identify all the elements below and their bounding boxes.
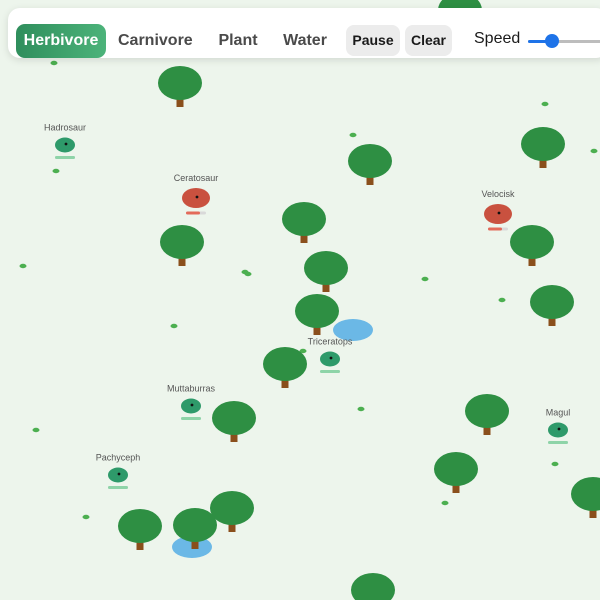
- tree-canopy: [173, 508, 217, 542]
- creature-name-label: Magul: [546, 408, 571, 418]
- grass-tuft: [19, 263, 27, 269]
- grass-tuft: [421, 276, 429, 282]
- tree-canopy: [465, 394, 509, 428]
- health-bar-fill: [488, 227, 502, 231]
- grass-tuft: [357, 406, 365, 412]
- creature-eye: [329, 356, 333, 360]
- health-bar-fill: [181, 417, 201, 420]
- tool-water-button[interactable]: Water: [277, 24, 333, 58]
- grass-tuft: [551, 461, 559, 467]
- tree-canopy: [530, 285, 574, 319]
- toolbar: Herbivore Carnivore Plant Water Pause Cl…: [8, 8, 600, 58]
- clear-button[interactable]: Clear: [405, 25, 452, 56]
- creature-eye: [557, 427, 561, 431]
- tree-canopy: [158, 66, 202, 100]
- tree-canopy: [348, 144, 392, 178]
- creature-name-label: Hadrosaur: [44, 123, 86, 133]
- grass-tuft: [50, 60, 58, 66]
- simulation-world[interactable]: Hadrosaur Ceratosaur Velocisk Triceratops Mu…: [0, 0, 600, 600]
- grass-tuft: [52, 168, 60, 174]
- creature-name-label: Velocisk: [481, 189, 515, 199]
- grass-tuft: [541, 101, 549, 107]
- speed-label: Speed: [474, 30, 521, 47]
- health-bar-fill: [548, 441, 568, 444]
- health-bar-fill: [186, 211, 200, 215]
- health-bar-fill: [108, 486, 128, 489]
- tree-canopy: [263, 347, 307, 381]
- health-bar-fill: [55, 156, 75, 159]
- tree-canopy: [304, 251, 348, 285]
- tool-herbivore-button[interactable]: Herbivore: [16, 24, 106, 58]
- tree-canopy: [434, 452, 478, 486]
- creature-body[interactable]: [55, 137, 75, 153]
- speed-slider-track[interactable]: [528, 34, 600, 48]
- tree-canopy: [521, 127, 565, 161]
- grass-tuft: [498, 297, 506, 303]
- creature-eye: [195, 195, 199, 199]
- creature-name-label: Ceratosaur: [174, 173, 219, 183]
- tree-canopy: [510, 225, 554, 259]
- creature-name-label: Pachyceph: [96, 453, 141, 463]
- tree-canopy: [212, 401, 256, 435]
- world-background: [0, 0, 600, 600]
- creature-body[interactable]: [548, 422, 568, 438]
- creature-eye: [190, 403, 194, 407]
- creature-body[interactable]: [484, 204, 512, 224]
- grass-tuft: [82, 514, 90, 520]
- grass-tuft: [32, 427, 40, 433]
- grass-tuft: [590, 148, 598, 154]
- grass-tuft: [244, 271, 252, 277]
- grass-tuft: [349, 132, 357, 138]
- grass-tuft: [441, 500, 449, 506]
- creature-name-label: Muttaburras: [167, 384, 216, 394]
- tool-carnivore-button[interactable]: Carnivore: [118, 24, 193, 58]
- creature-eye: [497, 211, 501, 215]
- creature-eye: [64, 142, 68, 146]
- creature-body[interactable]: [320, 351, 340, 367]
- grass-tuft: [170, 323, 178, 329]
- creature-eye: [117, 472, 121, 476]
- creature-body[interactable]: [108, 467, 128, 483]
- tree-canopy: [160, 225, 204, 259]
- tool-plant-button[interactable]: Plant: [213, 24, 263, 58]
- tree-canopy: [295, 294, 339, 328]
- tree-canopy: [210, 491, 254, 525]
- creature-body[interactable]: [181, 398, 201, 414]
- tree-canopy: [282, 202, 326, 236]
- pause-button[interactable]: Pause: [346, 25, 400, 56]
- tree-canopy: [118, 509, 162, 543]
- creature-body[interactable]: [182, 188, 210, 208]
- speed-slider-thumb[interactable]: [545, 34, 559, 48]
- health-bar-fill: [320, 370, 340, 373]
- creature-name-label: Triceratops: [308, 337, 353, 347]
